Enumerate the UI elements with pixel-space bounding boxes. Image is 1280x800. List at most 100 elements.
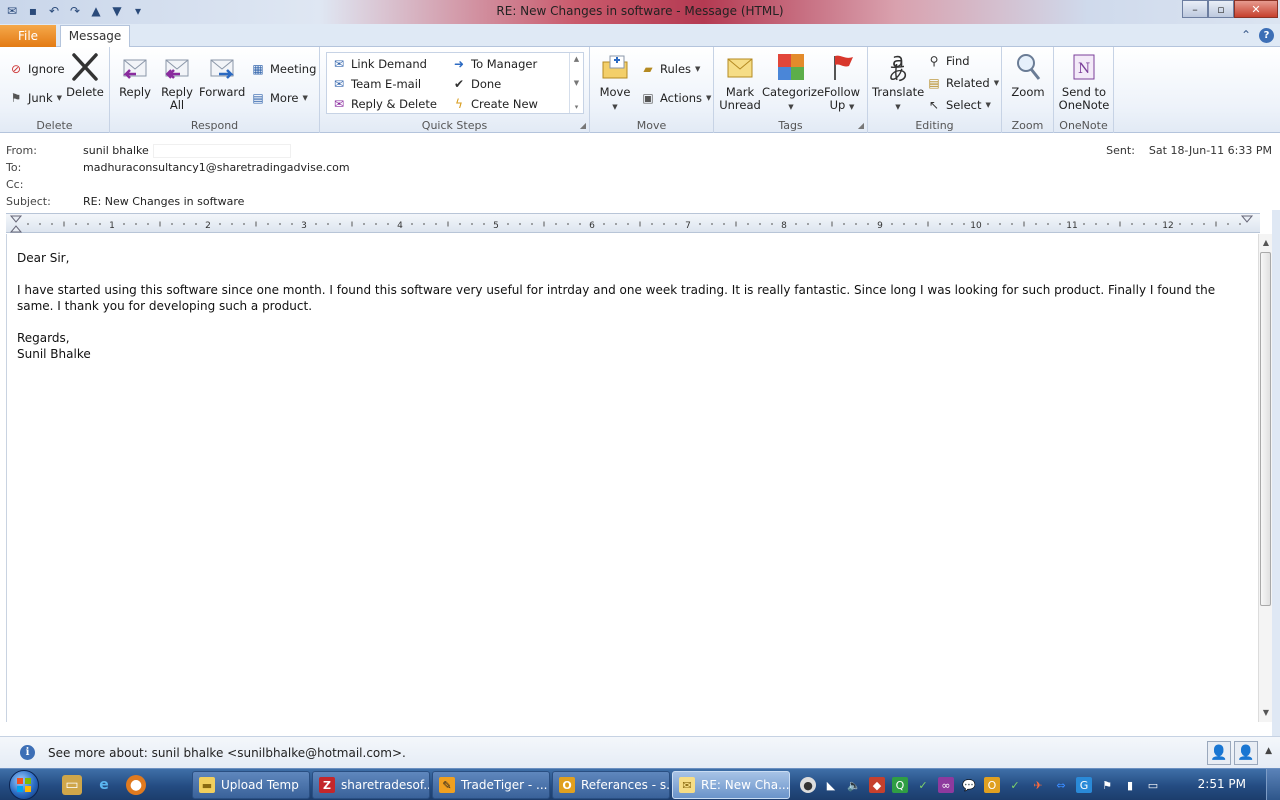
- scroll-down-arrow-icon[interactable]: ▼: [1259, 706, 1273, 720]
- send-to-onenote-button[interactable]: N Send to OneNote: [1058, 51, 1110, 112]
- subject-value: RE: New Changes in software: [83, 195, 245, 208]
- tray-app-icon[interactable]: ⇔: [1053, 777, 1069, 793]
- firefox-icon[interactable]: ●: [126, 775, 146, 795]
- find-button[interactable]: ⚲ Find: [926, 53, 970, 69]
- scroll-up-arrow-icon[interactable]: ▲: [1259, 236, 1273, 250]
- right-margin-marker[interactable]: [1240, 215, 1254, 223]
- taskbar: ▭ e ● ▬ Upload Temp Z sharetradesof... ✎…: [0, 768, 1280, 800]
- tags-group-label: Tags: [778, 119, 803, 132]
- zoom-button[interactable]: Zoom: [1006, 51, 1050, 99]
- mark-unread-button[interactable]: Mark Unread: [718, 51, 762, 112]
- internet-explorer-icon[interactable]: e: [94, 775, 114, 795]
- magnifier-icon: [1012, 51, 1044, 83]
- tray-display-icon[interactable]: ▭: [1145, 777, 1161, 793]
- scroll-thumb[interactable]: [1260, 252, 1271, 606]
- minimize-ribbon-icon[interactable]: ⌃: [1241, 28, 1251, 43]
- rules-button[interactable]: ▰ Rules ▼: [640, 61, 700, 77]
- onenote-group-label: OneNote: [1059, 119, 1108, 132]
- tray-app-icon[interactable]: ◆: [869, 777, 885, 793]
- ignore-button[interactable]: ⊘ Ignore: [8, 61, 65, 77]
- tray-app-icon[interactable]: Q: [892, 777, 908, 793]
- categorize-button[interactable]: Categorize ▼: [762, 51, 824, 114]
- delete-group-label: Delete: [36, 119, 73, 132]
- tab-file[interactable]: File: [0, 25, 56, 47]
- quick-step-team-email[interactable]: ✉ Team E-mail: [331, 76, 421, 92]
- contact-avatar-icon[interactable]: 👤: [1234, 741, 1258, 765]
- categorize-icon: [775, 51, 807, 83]
- show-desktop-icon[interactable]: ▭: [62, 775, 82, 795]
- minimize-button[interactable]: –: [1182, 0, 1208, 18]
- actions-button[interactable]: ▣ Actions ▼: [640, 90, 711, 106]
- forward-button[interactable]: Forward: [199, 51, 245, 99]
- message-body[interactable]: Dear Sir, I have started using this soft…: [6, 234, 1258, 722]
- contact-avatar-icon[interactable]: 👤: [1207, 741, 1231, 765]
- window-title: RE: New Changes in software - Message (H…: [496, 4, 784, 18]
- respond-group: Reply Reply All Forward ▦ Meeting ▤ More…: [110, 47, 320, 133]
- from-value[interactable]: sunil bhalke: [83, 144, 149, 157]
- reply-button[interactable]: Reply: [116, 51, 154, 99]
- scroll-down-icon[interactable]: ▼: [574, 79, 579, 87]
- checkmark-icon: ✔: [453, 77, 465, 91]
- outlook-icon: O: [559, 777, 575, 793]
- tray-chat-icon[interactable]: 💬: [961, 777, 977, 793]
- start-button[interactable]: [4, 769, 44, 800]
- quick-step-create-new[interactable]: ϟ Create New: [451, 96, 538, 112]
- show-desktop-button[interactable]: [1266, 769, 1280, 800]
- reply-all-button[interactable]: Reply All: [158, 51, 196, 112]
- junk-button[interactable]: ⚑ Junk ▼: [8, 90, 62, 106]
- tray-flag-icon[interactable]: ⚑: [1099, 777, 1115, 793]
- tray-app-icon[interactable]: O: [984, 777, 1000, 793]
- tray-app-icon[interactable]: ✓: [915, 777, 931, 793]
- cc-row: Cc:: [6, 178, 24, 191]
- follow-up-button[interactable]: Follow Up ▼: [822, 51, 862, 114]
- quick-step-reply-delete[interactable]: ✉ Reply & Delete: [331, 96, 437, 112]
- delete-button[interactable]: Delete: [64, 51, 106, 99]
- tray-app-icon[interactable]: ✈: [1030, 777, 1046, 793]
- maximize-button[interactable]: ▫: [1208, 0, 1234, 18]
- select-button[interactable]: ↖ Select ▼: [926, 97, 991, 113]
- people-pane-text[interactable]: See more about: sunil bhalke <sunilbhalk…: [48, 746, 406, 760]
- related-button[interactable]: ▤ Related ▼: [926, 75, 999, 91]
- meeting-button[interactable]: ▦ Meeting: [250, 61, 316, 77]
- tray-network-icon[interactable]: ◣: [823, 777, 839, 793]
- translate-button[interactable]: aあ Translate ▼: [872, 50, 924, 114]
- task-filezilla[interactable]: Z sharetradesof...: [312, 771, 430, 799]
- windows-logo-icon: [9, 770, 39, 800]
- tags-group: Mark Unread Categorize ▼ Follow Up ▼ ◢ T…: [714, 47, 868, 133]
- tray-app-icon[interactable]: ▮: [1122, 777, 1138, 793]
- closing: Regards,: [17, 331, 70, 345]
- to-value[interactable]: madhuraconsultancy1@sharetradingadvise.c…: [83, 161, 350, 174]
- ruler: 1 2 3 4 5 6 7 8 9 10 11 12: [6, 213, 1260, 233]
- envelope-icon: ✉: [679, 777, 695, 793]
- quick-steps-scroll[interactable]: ▲ ▼ ▾: [569, 53, 583, 113]
- volume-icon[interactable]: 🔈: [846, 777, 862, 793]
- tray-app-icon[interactable]: ●: [800, 777, 816, 793]
- task-upload-temp[interactable]: ▬ Upload Temp: [192, 771, 310, 799]
- tray-app-icon[interactable]: G: [1076, 777, 1092, 793]
- tray-app-icon[interactable]: ∞: [938, 777, 954, 793]
- close-button[interactable]: ✕: [1234, 0, 1278, 18]
- expand-pane-icon[interactable]: ▲: [1265, 746, 1272, 756]
- task-references[interactable]: O Referances - s...: [552, 771, 670, 799]
- tray-app-icon[interactable]: ✓: [1007, 777, 1023, 793]
- clock[interactable]: 2:51 PM: [1198, 777, 1246, 791]
- vertical-scrollbar[interactable]: ▲ ▼: [1258, 234, 1272, 722]
- more-button[interactable]: ▤ More ▼: [250, 90, 308, 106]
- quick-step-link-demand[interactable]: ✉ Link Demand: [331, 56, 427, 72]
- help-icon[interactable]: ?: [1259, 28, 1274, 43]
- chevron-down-icon: ▼: [848, 103, 855, 111]
- move-button[interactable]: Move ▼: [596, 51, 634, 114]
- task-current-message[interactable]: ✉ RE: New Cha...: [672, 771, 790, 799]
- greeting: Dear Sir,: [17, 251, 70, 265]
- chevron-down-icon: ▼: [895, 103, 901, 111]
- quick-step-to-manager[interactable]: ➜ To Manager: [451, 56, 537, 72]
- tab-message[interactable]: Message: [60, 25, 130, 48]
- chevron-down-icon: ▼: [612, 103, 618, 111]
- ruler-number: 7: [685, 221, 691, 231]
- gallery-expand-icon[interactable]: ▾: [575, 103, 579, 111]
- indent-marker[interactable]: [9, 215, 23, 233]
- quick-step-done[interactable]: ✔ Done: [451, 76, 501, 92]
- scroll-up-icon[interactable]: ▲: [574, 55, 579, 63]
- task-tradetiger[interactable]: ✎ TradeTiger - ...: [432, 771, 550, 799]
- forward-mail-icon: ➜: [453, 57, 465, 71]
